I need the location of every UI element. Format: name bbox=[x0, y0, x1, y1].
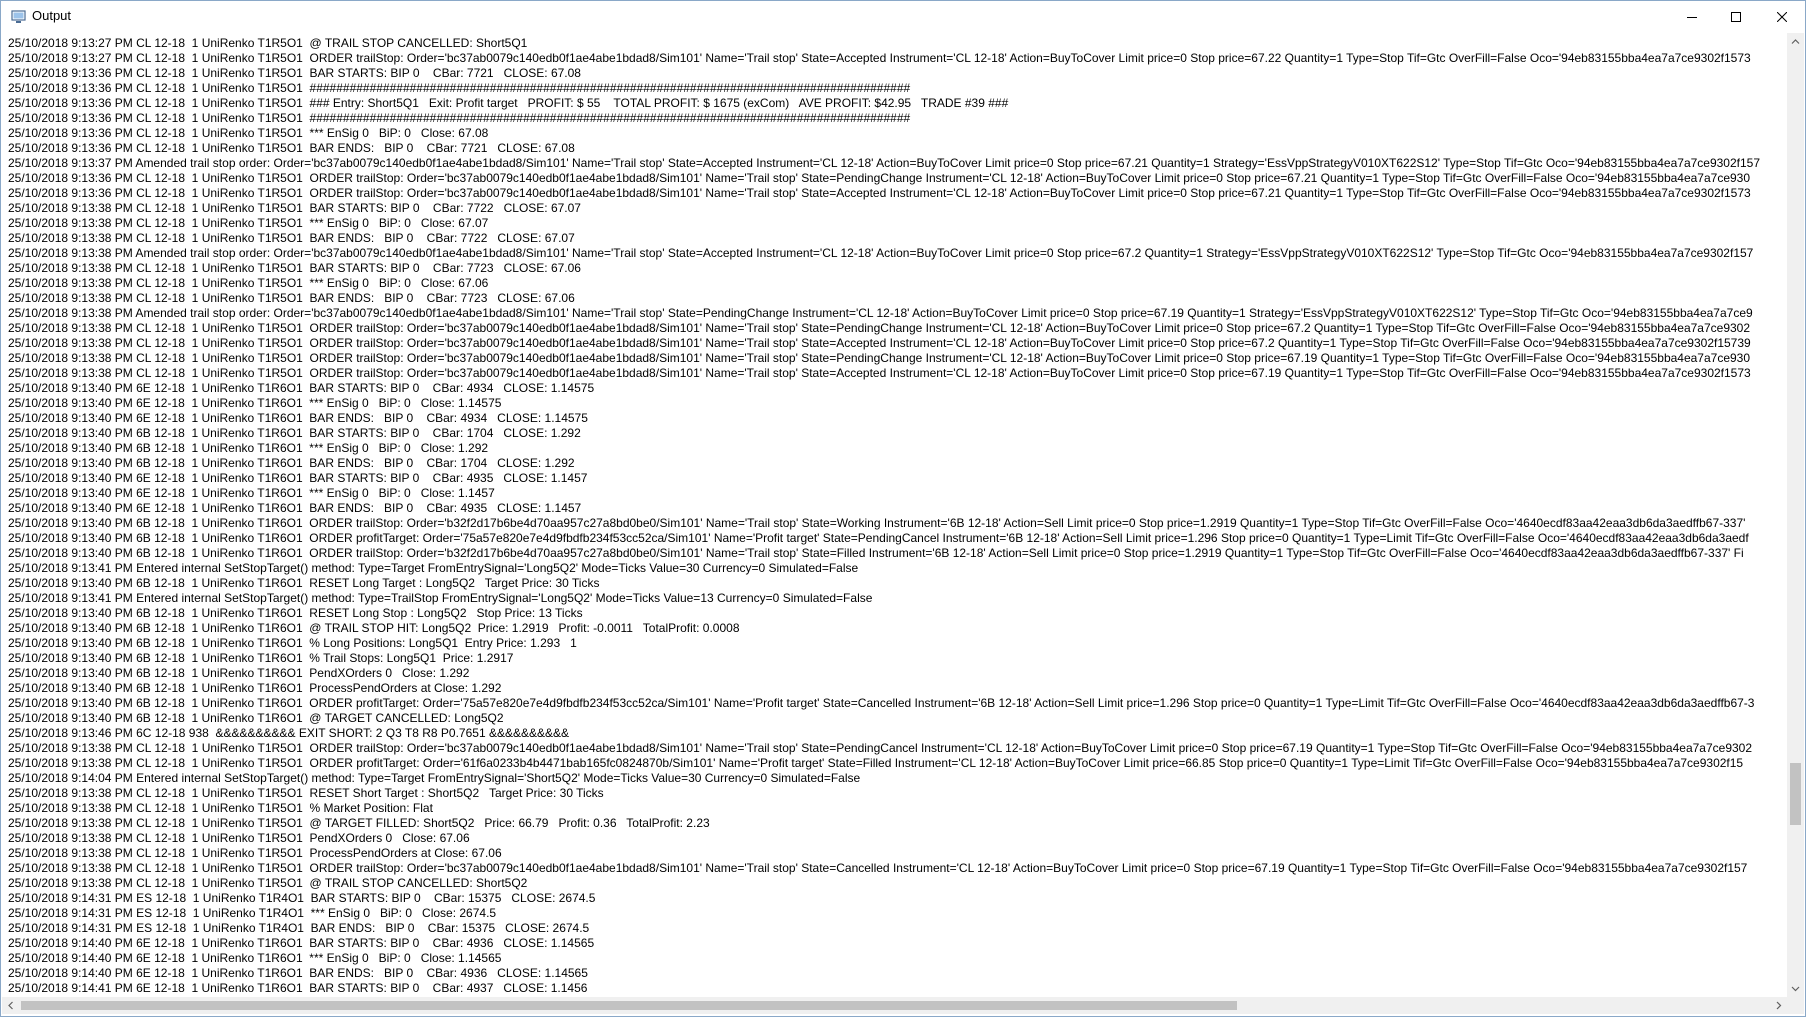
horizontal-scroll-thumb[interactable] bbox=[21, 1001, 1237, 1010]
log-line: 25/10/2018 9:13:27 PM CL 12-18 1 UniRenk… bbox=[8, 36, 528, 50]
log-line: 25/10/2018 9:13:40 PM 6E 12-18 1 UniRenk… bbox=[8, 486, 495, 500]
log-line: 25/10/2018 9:13:38 PM CL 12-18 1 UniRenk… bbox=[8, 786, 604, 800]
log-line: 25/10/2018 9:13:40 PM 6B 12-18 1 UniRenk… bbox=[8, 531, 1749, 545]
log-line: 25/10/2018 9:13:41 PM Entered internal S… bbox=[8, 591, 873, 605]
log-line: 25/10/2018 9:13:40 PM 6E 12-18 1 UniRenk… bbox=[8, 396, 502, 410]
minimize-button[interactable] bbox=[1669, 1, 1715, 32]
log-line: 25/10/2018 9:14:40 PM 6E 12-18 1 UniRenk… bbox=[8, 951, 502, 965]
log-line: 25/10/2018 9:13:36 PM CL 12-18 1 UniRenk… bbox=[8, 141, 575, 155]
log-lines: 25/10/2018 9:13:27 PM CL 12-18 1 UniRenk… bbox=[8, 36, 1760, 996]
vertical-scroll-thumb[interactable] bbox=[1790, 763, 1801, 825]
log-line: 25/10/2018 9:13:46 PM 6C 12-18 938 &&&&&… bbox=[8, 726, 569, 740]
log-line: 25/10/2018 9:14:41 PM 6E 12-18 1 UniRenk… bbox=[8, 981, 588, 995]
log-line: 25/10/2018 9:14:31 PM ES 12-18 1 UniRenk… bbox=[8, 921, 590, 935]
log-line: 25/10/2018 9:13:40 PM 6B 12-18 1 UniRenk… bbox=[8, 621, 740, 635]
log-line: 25/10/2018 9:13:38 PM CL 12-18 1 UniRenk… bbox=[8, 801, 433, 815]
log-line: 25/10/2018 9:13:36 PM CL 12-18 1 UniRenk… bbox=[8, 111, 911, 125]
scroll-left-button[interactable] bbox=[2, 997, 19, 1014]
output-window: Output 25/10/2018 9:13:27 PM CL 12-18 1 … bbox=[0, 0, 1806, 1017]
log-line: 25/10/2018 9:13:36 PM CL 12-18 1 UniRenk… bbox=[8, 186, 1751, 200]
log-line: 25/10/2018 9:14:04 PM Entered internal S… bbox=[8, 771, 861, 785]
log-line: 25/10/2018 9:13:38 PM CL 12-18 1 UniRenk… bbox=[8, 366, 1751, 380]
log-line: 25/10/2018 9:13:36 PM CL 12-18 1 UniRenk… bbox=[8, 96, 1009, 110]
horizontal-scrollbar[interactable] bbox=[2, 997, 1787, 1014]
log-line: 25/10/2018 9:13:40 PM 6E 12-18 1 UniRenk… bbox=[8, 501, 582, 515]
scroll-right-button[interactable] bbox=[1770, 997, 1787, 1014]
log-line: 25/10/2018 9:13:38 PM Amended trail stop… bbox=[8, 306, 1753, 320]
chevron-down-icon bbox=[1791, 986, 1800, 992]
log-line: 25/10/2018 9:13:38 PM CL 12-18 1 UniRenk… bbox=[8, 201, 581, 215]
minimize-icon bbox=[1687, 16, 1697, 18]
log-line: 25/10/2018 9:13:38 PM CL 12-18 1 UniRenk… bbox=[8, 291, 575, 305]
log-line: 25/10/2018 9:13:40 PM 6E 12-18 1 UniRenk… bbox=[8, 471, 588, 485]
log-line: 25/10/2018 9:13:40 PM 6B 12-18 1 UniRenk… bbox=[8, 711, 504, 725]
log-line: 25/10/2018 9:13:27 PM CL 12-18 1 UniRenk… bbox=[8, 51, 1751, 65]
log-line: 25/10/2018 9:13:41 PM Entered internal S… bbox=[8, 561, 859, 575]
log-line: 25/10/2018 9:13:40 PM 6E 12-18 1 UniRenk… bbox=[8, 381, 595, 395]
log-line: 25/10/2018 9:13:40 PM 6B 12-18 1 UniRenk… bbox=[8, 651, 514, 665]
scrollbar-corner bbox=[1787, 997, 1804, 1014]
window-title: Output bbox=[32, 8, 72, 23]
log-line: 25/10/2018 9:13:40 PM 6B 12-18 1 UniRenk… bbox=[8, 426, 581, 440]
log-line: 25/10/2018 9:13:40 PM 6B 12-18 1 UniRenk… bbox=[8, 696, 1755, 710]
log-line: 25/10/2018 9:13:40 PM 6B 12-18 1 UniRenk… bbox=[8, 606, 583, 620]
log-line: 25/10/2018 9:13:36 PM CL 12-18 1 UniRenk… bbox=[8, 126, 489, 140]
log-line: 25/10/2018 9:13:38 PM CL 12-18 1 UniRenk… bbox=[8, 846, 502, 860]
log-line: 25/10/2018 9:13:36 PM CL 12-18 1 UniRenk… bbox=[8, 81, 911, 95]
log-line: 25/10/2018 9:14:31 PM ES 12-18 1 UniRenk… bbox=[8, 906, 497, 920]
log-line: 25/10/2018 9:13:38 PM CL 12-18 1 UniRenk… bbox=[8, 741, 1753, 755]
log-line: 25/10/2018 9:13:38 PM CL 12-18 1 UniRenk… bbox=[8, 876, 528, 890]
log-line: 25/10/2018 9:13:40 PM 6B 12-18 1 UniRenk… bbox=[8, 441, 489, 455]
log-line: 25/10/2018 9:13:38 PM Amended trail stop… bbox=[8, 246, 1754, 260]
chevron-left-icon bbox=[8, 1001, 13, 1010]
log-line: 25/10/2018 9:13:38 PM CL 12-18 1 UniRenk… bbox=[8, 276, 489, 290]
scroll-up-button[interactable] bbox=[1787, 33, 1804, 50]
log-line: 25/10/2018 9:13:36 PM CL 12-18 1 UniRenk… bbox=[8, 66, 581, 80]
log-line: 25/10/2018 9:13:40 PM 6B 12-18 1 UniRenk… bbox=[8, 681, 502, 695]
log-line: 25/10/2018 9:13:40 PM 6B 12-18 1 UniRenk… bbox=[8, 576, 600, 590]
log-line: 25/10/2018 9:13:40 PM 6B 12-18 1 UniRenk… bbox=[8, 516, 1746, 530]
maximize-button[interactable] bbox=[1713, 1, 1759, 32]
log-line: 25/10/2018 9:14:40 PM 6E 12-18 1 UniRenk… bbox=[8, 936, 595, 950]
close-button[interactable] bbox=[1759, 1, 1805, 32]
scroll-down-button[interactable] bbox=[1787, 980, 1804, 997]
chevron-right-icon bbox=[1776, 1001, 1782, 1010]
log-line: 25/10/2018 9:13:36 PM CL 12-18 1 UniRenk… bbox=[8, 171, 1751, 185]
log-line: 25/10/2018 9:13:38 PM CL 12-18 1 UniRenk… bbox=[8, 336, 1751, 350]
output-text-area[interactable]: 25/10/2018 9:13:27 PM CL 12-18 1 UniRenk… bbox=[2, 33, 1787, 997]
log-line: 25/10/2018 9:13:40 PM 6B 12-18 1 UniRenk… bbox=[8, 546, 1744, 560]
log-line: 25/10/2018 9:13:38 PM CL 12-18 1 UniRenk… bbox=[8, 816, 710, 830]
log-line: 25/10/2018 9:13:40 PM 6B 12-18 1 UniRenk… bbox=[8, 636, 577, 650]
log-line: 25/10/2018 9:13:37 PM Amended trail stop… bbox=[8, 156, 1761, 170]
log-line: 25/10/2018 9:13:38 PM CL 12-18 1 UniRenk… bbox=[8, 231, 575, 245]
maximize-icon bbox=[1731, 11, 1741, 22]
vertical-scrollbar[interactable] bbox=[1787, 33, 1804, 997]
log-line: 25/10/2018 9:13:38 PM CL 12-18 1 UniRenk… bbox=[8, 321, 1751, 335]
log-line: 25/10/2018 9:13:40 PM 6B 12-18 1 UniRenk… bbox=[8, 666, 470, 680]
log-line: 25/10/2018 9:13:38 PM CL 12-18 1 UniRenk… bbox=[8, 756, 1744, 770]
chevron-up-icon bbox=[1791, 39, 1800, 44]
log-line: 25/10/2018 9:13:40 PM 6B 12-18 1 UniRenk… bbox=[8, 456, 575, 470]
log-line: 25/10/2018 9:13:40 PM 6E 12-18 1 UniRenk… bbox=[8, 411, 588, 425]
title-bar[interactable]: Output bbox=[1, 1, 1805, 32]
log-line: 25/10/2018 9:14:40 PM 6E 12-18 1 UniRenk… bbox=[8, 966, 588, 980]
log-line: 25/10/2018 9:13:38 PM CL 12-18 1 UniRenk… bbox=[8, 831, 470, 845]
log-line: 25/10/2018 9:13:38 PM CL 12-18 1 UniRenk… bbox=[8, 351, 1751, 365]
close-icon bbox=[1777, 11, 1787, 22]
log-line: 25/10/2018 9:14:31 PM ES 12-18 1 UniRenk… bbox=[8, 891, 596, 905]
log-line: 25/10/2018 9:13:38 PM CL 12-18 1 UniRenk… bbox=[8, 861, 1748, 875]
output-window-icon bbox=[11, 10, 27, 24]
log-line: 25/10/2018 9:13:38 PM CL 12-18 1 UniRenk… bbox=[8, 261, 581, 275]
log-line: 25/10/2018 9:13:38 PM CL 12-18 1 UniRenk… bbox=[8, 216, 489, 230]
